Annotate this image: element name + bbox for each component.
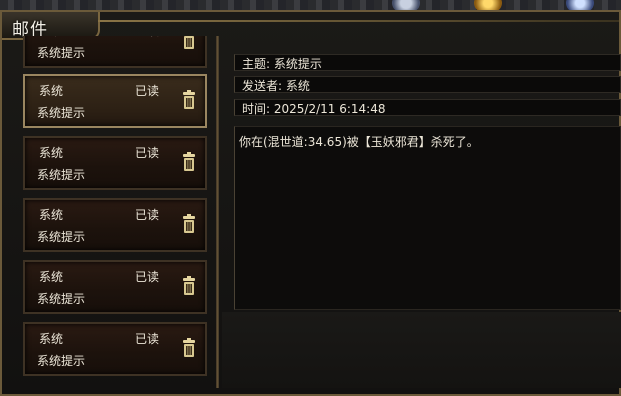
mail-subject: 系统提示 — [37, 354, 86, 368]
mail-subject: 系统提示 — [37, 230, 86, 244]
mail-sender: 系统 — [39, 36, 63, 39]
sender-value: 系统 — [285, 79, 310, 93]
mail-read-status: 已读 — [135, 146, 160, 160]
mail-read-status: 已读 — [135, 208, 160, 222]
mail-read-status: 已读 — [135, 332, 160, 346]
mail-list-item-selected[interactable]: 系统 已读 系统提示 — [23, 74, 207, 128]
action-area — [222, 312, 621, 388]
sender-text: 发送者: 系统 — [242, 77, 310, 94]
time-label: 时间: — [242, 102, 271, 116]
mail-body: 你在(混世道:34.65)被【玉妖邪君】杀死了。 — [234, 126, 621, 310]
mail-read-status: 已读 — [135, 84, 160, 98]
mail-subject: 系统提示 — [37, 46, 86, 60]
sender-label: 发送者: — [242, 79, 283, 93]
mail-list-item[interactable]: 系统 已读 系统提示 — [23, 322, 207, 376]
mail-list-item[interactable]: 系统 已读 系统提示 — [23, 260, 207, 314]
trash-icon[interactable] — [181, 152, 197, 172]
subject-row: 主题: 系统提示 — [234, 54, 621, 71]
mail-subject: 系统提示 — [37, 168, 86, 182]
mail-list-item[interactable]: 系统 已读 系统提示 — [23, 198, 207, 252]
mail-sender: 系统 — [39, 146, 64, 160]
mail-read-status: 已读 — [135, 270, 160, 284]
mail-sender: 系统 — [39, 270, 64, 284]
mail-sender: 系统 — [39, 332, 64, 346]
list-divider — [216, 36, 219, 388]
mail-list-item[interactable]: 系统 已读 系统提示 — [23, 36, 207, 68]
subject-value: 系统提示 — [273, 57, 322, 71]
trash-icon[interactable] — [181, 90, 197, 110]
trash-icon[interactable] — [181, 36, 197, 50]
mail-list-item[interactable]: 系统 已读 系统提示 — [23, 136, 207, 190]
mail-list[interactable]: 系统 已读 系统提示 系统 已读 系统提示 系统 已读 系统提示 — [18, 36, 214, 384]
time-row: 时间: 2025/2/11 6:14:48 — [234, 99, 621, 116]
mail-sender: 系统 — [39, 84, 64, 98]
mail-subject: 系统提示 — [37, 106, 86, 120]
subject-text: 主题: 系统提示 — [242, 55, 322, 72]
trash-icon[interactable] — [181, 214, 197, 234]
title-divider — [98, 20, 619, 22]
mail-read-status: 已读 — [135, 36, 159, 39]
subject-label: 主题: — [242, 57, 271, 71]
time-text: 时间: 2025/2/11 6:14:48 — [242, 100, 385, 117]
trash-icon[interactable] — [181, 276, 197, 296]
mail-body-text: 你在(混世道:34.65)被【玉妖邪君】杀死了。 — [239, 135, 479, 149]
sender-row: 发送者: 系统 — [234, 76, 621, 93]
mail-sender: 系统 — [39, 208, 64, 222]
time-value: 2025/2/11 6:14:48 — [273, 102, 386, 116]
mail-subject: 系统提示 — [37, 292, 86, 306]
trash-icon[interactable] — [181, 338, 197, 358]
